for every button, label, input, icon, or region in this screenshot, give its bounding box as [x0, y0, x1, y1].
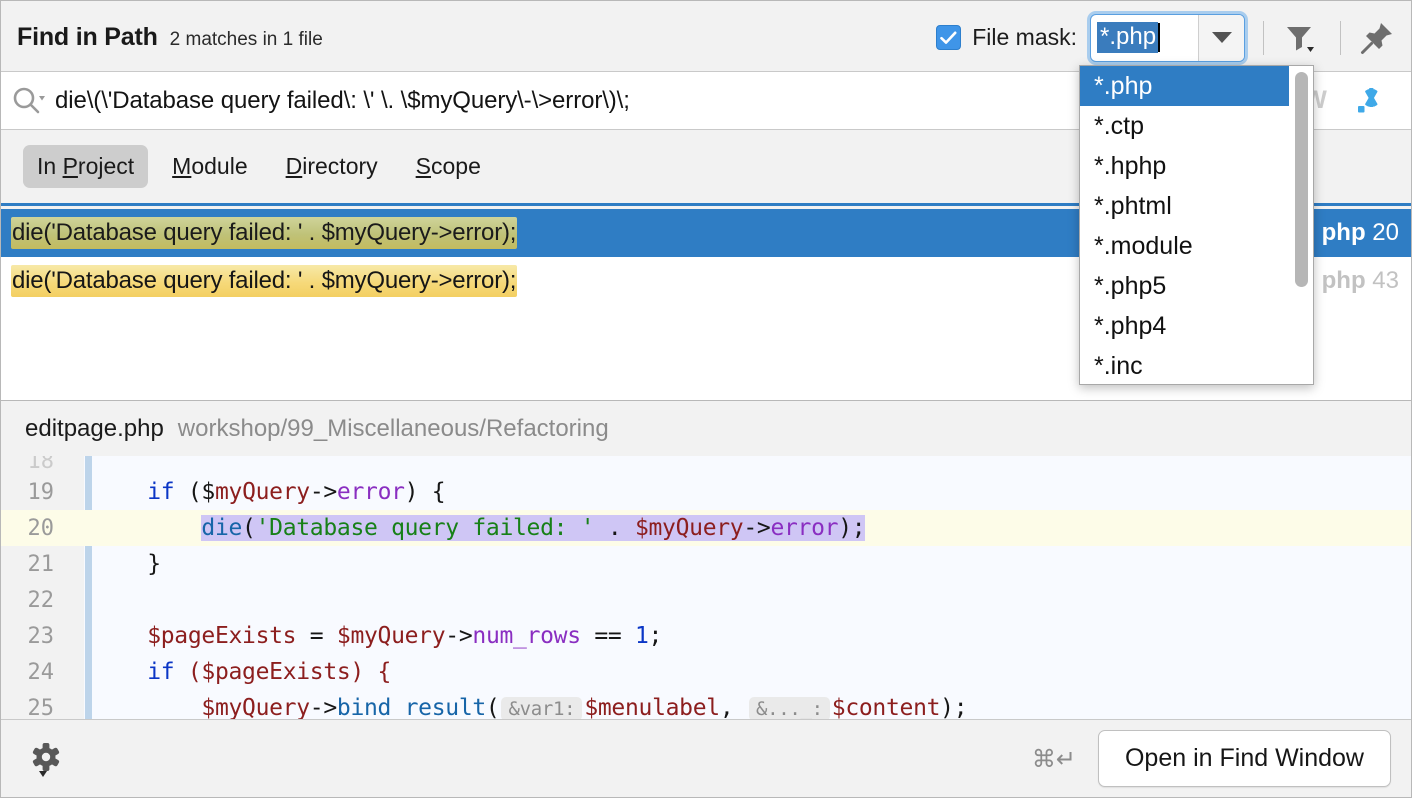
- parameter-hint: &..._:: [748, 697, 830, 721]
- code-text: die('Database query failed: ' . $myQuery…: [201, 515, 866, 541]
- file-mask-dropdown-list[interactable]: *.php *.ctp *.hphp *.phtml *.module *.ph…: [1079, 65, 1314, 385]
- tab-label-post: cope: [431, 153, 481, 179]
- find-in-path-dialog: Find in Path 2 matches in 1 file File ma…: [0, 0, 1412, 798]
- code-text: }: [147, 551, 161, 577]
- tab-mnemonic: S: [415, 153, 431, 179]
- chevron-down-icon: [1211, 32, 1232, 43]
- text-caret: [1158, 23, 1161, 52]
- tab-directory[interactable]: Directory: [272, 145, 392, 188]
- file-mask-combobox[interactable]: *.php: [1090, 13, 1245, 62]
- line-number: 20: [27, 515, 55, 541]
- code-text: if ($myQuery->error) {: [147, 479, 446, 505]
- dialog-footer: ⌘↵ Open in Find Window: [1, 719, 1411, 797]
- line-number: 19: [27, 479, 55, 505]
- tab-scope[interactable]: Scope: [402, 145, 495, 188]
- tab-module[interactable]: Module: [158, 145, 261, 188]
- tab-mnemonic: M: [172, 153, 192, 179]
- header-title-group: Find in Path 2 matches in 1 file: [1, 23, 323, 52]
- code-line: 25 $myQuery->bind_result(&var1: $menulabe…: [1, 690, 1411, 721]
- dropdown-scrollbar-thumb[interactable]: [1295, 72, 1308, 287]
- dropdown-item-phtml[interactable]: *.phtml: [1080, 186, 1313, 226]
- code-text: if ($pageExists) {: [147, 659, 392, 685]
- search-input[interactable]: die\(\'Database query failed\: \' \. \$m…: [55, 87, 630, 115]
- dropdown-item-ctp[interactable]: *.ctp: [1080, 106, 1313, 146]
- tab-mnemonic: D: [285, 153, 303, 179]
- dropdown-item-php[interactable]: *.php: [1080, 66, 1313, 106]
- tab-label-post: roject: [77, 153, 135, 179]
- footer-actions: ⌘↵ Open in Find Window: [1031, 730, 1411, 787]
- dropdown-item-hphp[interactable]: *.hphp: [1080, 146, 1313, 186]
- code-text: $pageExists = $myQuery->num_rows == 1;: [147, 623, 663, 649]
- tab-in-project[interactable]: In Project: [23, 145, 149, 188]
- code-line: 24 if ($pageExists) {: [1, 654, 1411, 690]
- line-number: 24: [27, 659, 55, 685]
- dropdown-item-module[interactable]: *.module: [1080, 226, 1313, 266]
- file-mask-value: *.php: [1097, 22, 1159, 53]
- filter-funnel-icon[interactable]: [1278, 16, 1322, 60]
- file-mask-input[interactable]: *.php: [1091, 15, 1198, 61]
- tab-mnemonic: P: [62, 153, 78, 179]
- line-number: 25: [27, 695, 55, 721]
- preview-header: editpage.php workshop/99_Miscellaneous/R…: [1, 402, 1411, 456]
- page-title: Find in Path: [17, 23, 158, 51]
- regex-toggle[interactable]: [1341, 84, 1397, 118]
- result-file-info: php 20: [1321, 219, 1399, 246]
- preview-file-name: editpage.php: [25, 415, 164, 442]
- file-mask-checkbox[interactable]: [936, 25, 962, 50]
- gear-icon[interactable]: [23, 736, 69, 782]
- result-file-info: php 43: [1321, 267, 1399, 294]
- code-line: 23 $pageExists = $myQuery->num_rows == 1…: [1, 618, 1411, 654]
- file-mask-label: File mask:: [972, 24, 1077, 50]
- tab-label-post: irectory: [302, 153, 378, 179]
- code-line: 22: [1, 582, 1411, 618]
- code-line-highlighted: 20 die('Database query failed: ' . $myQu…: [1, 510, 1411, 546]
- keyboard-shortcut-hint: ⌘↵: [1031, 744, 1076, 773]
- toolbar-divider-1: [1263, 20, 1264, 55]
- line-number: 22: [27, 587, 55, 613]
- dropdown-item-inc[interactable]: *.inc: [1080, 346, 1313, 384]
- line-number: 21: [27, 551, 55, 577]
- line-number: 23: [27, 623, 55, 649]
- tab-label-post: odule: [191, 153, 248, 179]
- match-summary: 2 matches in 1 file: [169, 29, 323, 50]
- header-toolbar: File mask: *.php: [936, 4, 1411, 71]
- open-in-find-window-button[interactable]: Open in Find Window: [1097, 730, 1391, 787]
- code-line: 18: [1, 456, 1411, 474]
- preview-file-path: workshop/99_Miscellaneous/Refactoring: [177, 415, 609, 442]
- code-text: $myQuery->bind_result(&var1: $menulabel, …: [201, 695, 968, 721]
- pin-icon[interactable]: [1355, 16, 1399, 60]
- dialog-header: Find in Path 2 matches in 1 file File ma…: [1, 4, 1411, 72]
- magnifier-icon[interactable]: [1, 86, 55, 116]
- result-match-text: die('Database query failed: ' . $myQuery…: [11, 265, 518, 297]
- dropdown-item-php4[interactable]: *.php4: [1080, 306, 1313, 346]
- file-mask-dropdown-button[interactable]: [1198, 14, 1244, 61]
- result-match-text: die('Database query failed: ' . $myQuery…: [11, 217, 518, 249]
- parameter-hint: &var1:: [501, 697, 583, 721]
- code-line: 21 }: [1, 546, 1411, 582]
- tab-label-pre: In: [37, 153, 63, 179]
- dropdown-item-php5[interactable]: *.php5: [1080, 266, 1313, 306]
- code-line: 19 if ($myQuery->error) {: [1, 474, 1411, 510]
- toolbar-divider-2: [1340, 20, 1341, 55]
- line-number: 18: [27, 456, 55, 474]
- code-preview[interactable]: 18 19 if ($myQuery->error) { 20 die('Dat…: [1, 456, 1411, 721]
